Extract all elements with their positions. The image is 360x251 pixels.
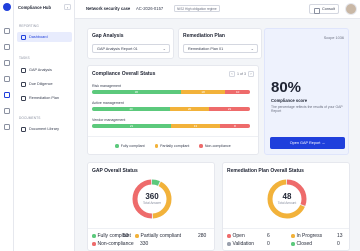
bar-segment: 40	[92, 106, 171, 111]
rem-stat-open: Open	[227, 233, 245, 239]
remediation-total-value: 48	[282, 192, 292, 201]
compliance-status-card: Compliance Overall Status ‹ 1 of 3 › Ris…	[87, 65, 259, 155]
rem-stat-validation: Validation	[227, 241, 254, 247]
bar-segment: 10	[225, 89, 250, 94]
gap-total-value: 360	[145, 192, 159, 201]
settings-icon[interactable]	[4, 76, 10, 82]
gap-analysis-card: Gap Analysis GAP Analysis Report 01 ⌄	[87, 28, 174, 59]
open-gap-report-button[interactable]: Open GAP Report →	[270, 137, 345, 149]
gap-stat-partial-value: 280	[198, 233, 207, 239]
gap-status-card: GAP Overall Status 360 Total Answer Full…	[87, 162, 215, 251]
app-logo-icon[interactable]	[3, 3, 11, 11]
rem-stat-closed-value: 0	[337, 241, 340, 247]
divider	[88, 136, 258, 137]
pager: ‹ 1 of 3 ›	[229, 71, 254, 77]
case-label: Network security case	[86, 6, 131, 11]
gap-stat-non-value: 330	[140, 241, 149, 247]
case-id: AC-2026-0157	[136, 6, 164, 11]
bar-segment: 18	[180, 89, 226, 94]
gap-total-label: Total Answer	[142, 201, 162, 205]
consult-button[interactable]: Consult	[309, 4, 339, 14]
sidebar-item-due-diligence[interactable]: Due Diligence	[17, 79, 72, 89]
app-name: Compliance Hub	[18, 5, 52, 10]
legend-partially-compliant: Partially compliant	[154, 144, 189, 148]
avatar[interactable]	[345, 3, 357, 15]
bar-segment: 21	[92, 123, 171, 128]
remediation-plan-title: Remediation Plan	[183, 33, 225, 39]
gap-analysis-title: Gap Analysis	[92, 33, 124, 39]
stacked-bar: 40 20 21	[92, 106, 250, 111]
shield-icon[interactable]	[4, 44, 10, 50]
sidebar-item-gap-analysis[interactable]: GAP Analysis	[17, 65, 72, 75]
home-icon[interactable]	[4, 28, 10, 34]
next-page-button[interactable]: ›	[248, 71, 254, 77]
gap-stat-partial: Partially compliant	[135, 233, 181, 239]
stacked-bar: 21 13 8	[92, 123, 250, 128]
sidebar-section-reporting: REPORTING	[19, 24, 39, 28]
remediation-total-label: Total Amount	[277, 201, 297, 205]
regime-tag: NIS2 High obligation regime	[174, 5, 220, 12]
gap-donut-center: 360 Total Answer	[132, 192, 172, 205]
sidebar: Compliance Hub ‹ REPORTING Dashboard TAS…	[14, 0, 75, 251]
prev-page-button[interactable]: ‹	[229, 71, 235, 77]
remediation-status-title: Remediation Plan Overall Status	[227, 168, 304, 174]
check-icon	[21, 81, 26, 87]
gap-stat-non: Non-compliance	[92, 241, 134, 247]
bar-row-vendor: Vendor management 21 13 8	[92, 118, 250, 128]
sidebar-section-tasks: TASKS	[19, 56, 30, 60]
rem-stat-closed: Closed	[291, 241, 312, 247]
divider	[88, 228, 214, 229]
divider	[223, 228, 349, 229]
icon-rail	[0, 0, 14, 251]
grid-icon[interactable]	[4, 92, 10, 98]
folder-icon	[21, 126, 26, 132]
rem-stat-progress: In Progress	[291, 233, 322, 239]
sidebar-item-dashboard[interactable]: Dashboard	[17, 32, 72, 42]
compliance-score-value: 80%	[271, 79, 302, 96]
legend-non-compliance: Non-compliance	[199, 144, 231, 148]
bar-row-active: Active management 40 20 21	[92, 101, 250, 111]
rem-stat-open-value: 6	[267, 233, 270, 239]
bar-segment: 13	[171, 123, 220, 128]
clipboard-icon	[21, 95, 26, 101]
rem-stat-progress-value: 13	[337, 233, 343, 239]
gap-status-title: GAP Overall Status	[92, 168, 138, 174]
remediation-status-card: Remediation Plan Overall Status 48 Total…	[222, 162, 350, 251]
compliance-score-label: Compliance score	[271, 98, 308, 103]
compliance-status-title: Compliance Overall Status	[92, 71, 156, 77]
stacked-bar: 36 18 10	[92, 89, 250, 94]
sidebar-item-document-library[interactable]: Document Library	[17, 124, 72, 134]
users-icon[interactable]	[4, 60, 10, 66]
legend-fully-compliant: Fully compliant	[115, 144, 145, 148]
bar-segment: 21	[209, 106, 250, 111]
remediation-plan-dropdown[interactable]: Remediation Plan 01 ⌄	[183, 44, 258, 53]
gap-stat-fully-value: 50	[123, 233, 129, 239]
chevron-down-icon: ⌄	[162, 46, 166, 51]
compliance-score-card: Scope 1036 80% Compliance score The perc…	[264, 28, 349, 155]
grid-icon	[21, 34, 26, 40]
top-bar: Network security case AC-2026-0157 NIS2 …	[75, 0, 360, 19]
bar-segment: 36	[92, 89, 181, 94]
remediation-donut-center: 48 Total Amount	[267, 192, 307, 205]
compliance-score-description: The percentage reflects the results of y…	[271, 105, 343, 114]
sidebar-section-documents: DOCUMENTS	[19, 116, 41, 120]
calendar-icon[interactable]	[4, 124, 10, 130]
bar-segment: 20	[170, 106, 210, 111]
rem-stat-validation-value: 0	[267, 241, 270, 247]
chart-icon	[21, 67, 26, 73]
sidebar-item-remediation-plan[interactable]: Remediation Plan	[17, 93, 72, 103]
remediation-plan-card: Remediation Plan Remediation Plan 01 ⌄	[178, 28, 262, 59]
scope-badge: Scope 1036	[323, 36, 344, 40]
bar-segment: 8	[219, 123, 250, 128]
gap-report-dropdown[interactable]: GAP Analysis Report 01 ⌄	[92, 44, 170, 53]
chevron-left-icon[interactable]: ‹	[64, 4, 71, 10]
compliance-legend: Fully compliant Partially compliant Non-…	[88, 144, 258, 148]
bar-row-risk: Risk management 36 18 10	[92, 84, 250, 94]
document-icon[interactable]	[4, 108, 10, 114]
chevron-down-icon: ⌄	[250, 46, 254, 51]
